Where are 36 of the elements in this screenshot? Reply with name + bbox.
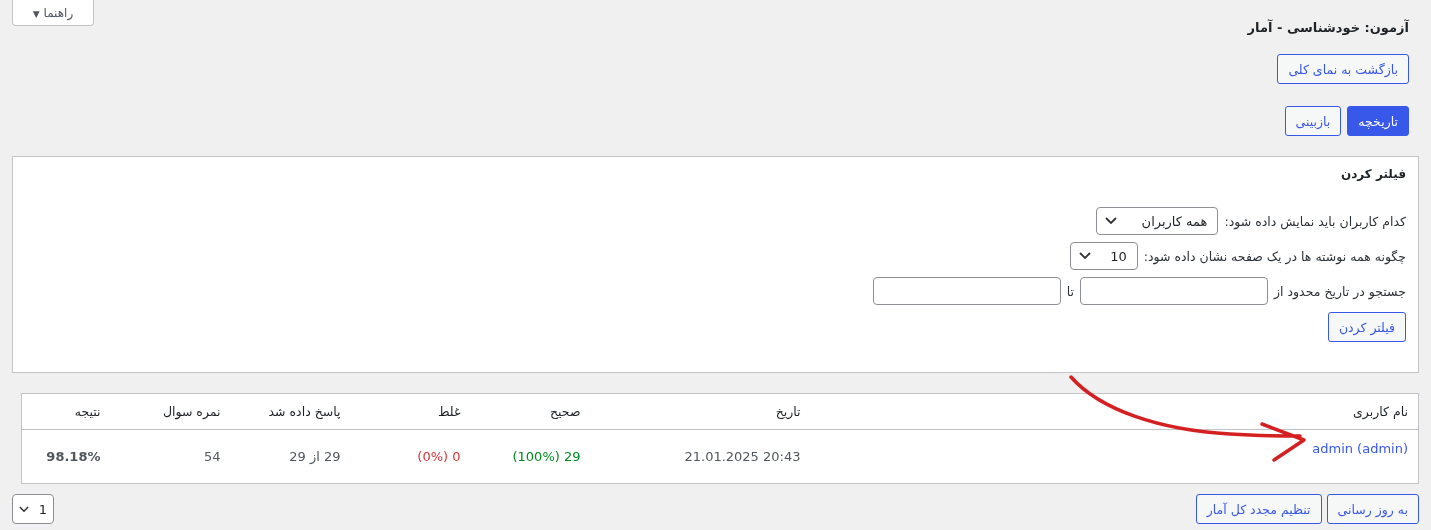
points-cell: 54 <box>203 449 221 464</box>
answered-cell: 29 از 29 <box>289 449 341 464</box>
correct-cell: 29 (100%) <box>512 449 581 464</box>
chevron-down-icon <box>1105 217 1118 225</box>
footer-button[interactable]: تنظیم مجدد کل آمار <box>1195 494 1322 524</box>
tab[interactable]: بازبینی <box>1284 106 1342 136</box>
filter-title: فیلتر کردن <box>1339 167 1406 181</box>
footer-button[interactable]: به روز رسانی <box>1326 494 1419 524</box>
column-header: تاریخ <box>775 404 801 419</box>
caret-icon: ▼ <box>32 8 40 19</box>
per-page-dropdown[interactable]: 10 <box>1069 242 1138 270</box>
page-title: آزمون: خودشناسی - آمار <box>1247 20 1409 35</box>
column-header: صحیح <box>549 404 581 419</box>
wrong-cell: 0 (0%) <box>417 449 461 464</box>
column-header: غلط <box>437 404 461 419</box>
column-header: پاسخ داده شد <box>268 404 341 419</box>
users-label: کدام کاربران باید نمایش داده شود: <box>1224 213 1406 229</box>
date-label: جستجو در تاریخ محدود از <box>1274 283 1406 299</box>
users-dropdown[interactable]: همه کاربران <box>1096 207 1219 235</box>
filter-button[interactable]: فیلتر کردن <box>1327 312 1406 342</box>
per-page-label: چگونه همه نوشته ها در یک صفحه نشان داده شود: <box>1143 248 1406 264</box>
column-header: نتیجه <box>74 404 101 419</box>
date-to-field[interactable] <box>872 277 1061 305</box>
date-from-field[interactable] <box>1080 277 1268 305</box>
date-cell: 20:43 21.01.2025 <box>684 449 801 464</box>
chevron-down-icon <box>19 505 29 513</box>
result-cell: 98.18% <box>46 449 101 464</box>
column-header: نمره سوال <box>162 404 221 419</box>
back-button[interactable]: بازگشت به نمای کلی <box>1277 54 1409 84</box>
user-link[interactable]: admin (admin) <box>1312 441 1408 456</box>
page-dropdown[interactable]: 1 <box>12 494 54 524</box>
column-header: نام کاربری <box>1353 404 1408 419</box>
help-button[interactable]: راهنما ▼ <box>12 0 94 26</box>
chevron-down-icon <box>1078 252 1091 260</box>
tab[interactable]: تاریخچه <box>1347 106 1409 136</box>
date-to-label: تا <box>1066 283 1074 299</box>
